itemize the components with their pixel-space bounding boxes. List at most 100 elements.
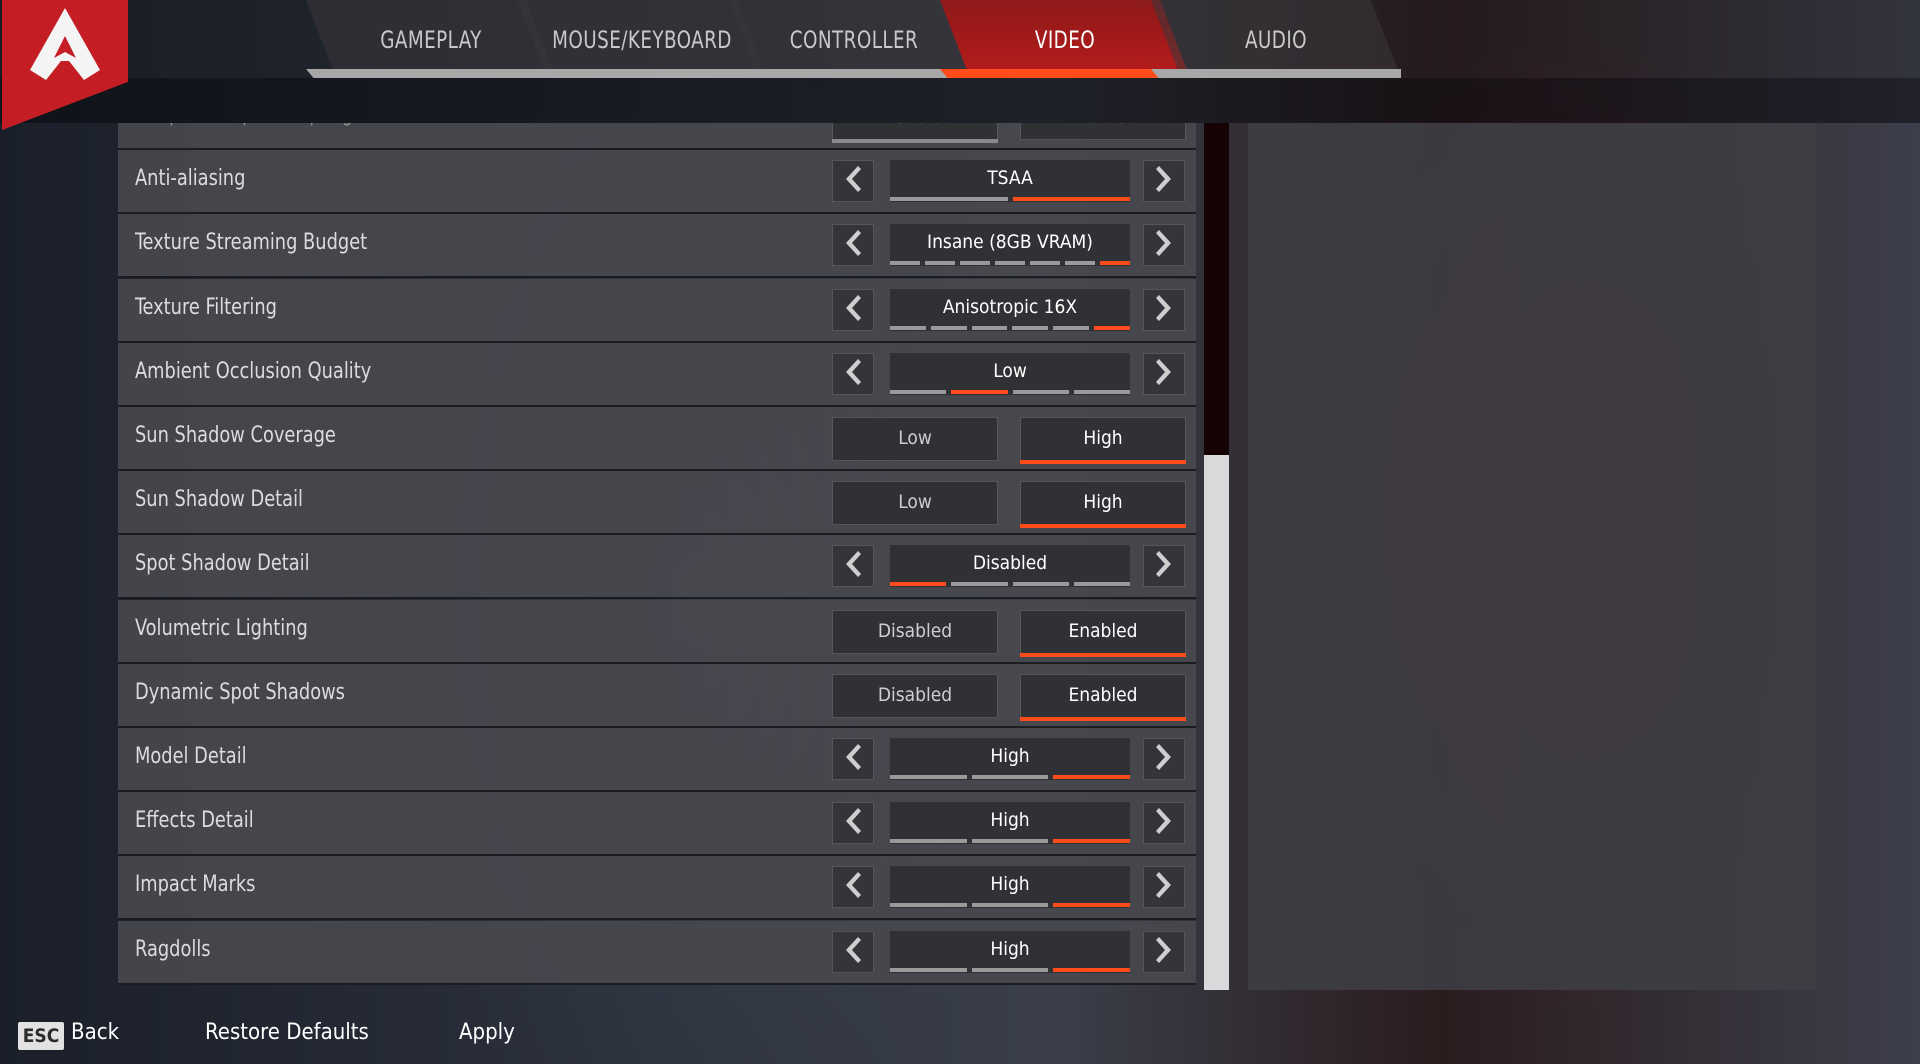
setting-label: Effects Detail [135, 808, 254, 834]
setting-label: Anti-aliasing [135, 166, 246, 192]
option-segment [971, 839, 1049, 844]
option-segment [1012, 325, 1049, 330]
setting-row-dynamic-spot-shadows[interactable]: Dynamic Spot Shadows Disabled Enabled [118, 663, 1196, 728]
option-value-box: TSAA [890, 160, 1130, 203]
previous-option-button[interactable] [832, 930, 874, 973]
selected-underline [1020, 652, 1186, 657]
next-option-button[interactable] [1143, 738, 1185, 780]
next-option-button[interactable] [1143, 802, 1185, 845]
previous-option-button[interactable] [832, 352, 874, 395]
option-segment [951, 389, 1008, 394]
setting-row-texture-streaming-budget[interactable]: Texture Streaming Budget Insane (8GB VRAM… [118, 214, 1196, 279]
chevron-left-icon [845, 936, 861, 967]
option-enabled-button[interactable]: Enabled [1020, 673, 1186, 721]
option-value: Anisotropic 16X [942, 295, 1078, 318]
option-progress [890, 197, 1130, 202]
restore-defaults-button[interactable]: Restore Defaults [205, 1020, 369, 1045]
setting-row-impact-marks[interactable]: Impact Marks High [118, 856, 1196, 921]
chevron-right-icon [1156, 294, 1172, 325]
selected-underline [1020, 524, 1186, 529]
previous-option-button[interactable] [832, 738, 874, 780]
option-segment [890, 261, 920, 266]
option-value: Insane (8GB VRAM) [927, 231, 1093, 254]
option-disabled-button[interactable]: Disabled [832, 673, 998, 718]
option-progress [890, 325, 1130, 330]
setting-label: Impact Marks [135, 872, 256, 898]
option-progress [890, 839, 1131, 844]
option-segment [1065, 261, 1095, 266]
next-option-button[interactable] [1143, 352, 1185, 395]
previous-option-button[interactable] [832, 802, 874, 845]
setting-row-volumetric-lighting[interactable]: Volumetric Lighting Disabled Enabled [118, 599, 1196, 664]
setting-row-ragdolls[interactable]: Ragdolls High [118, 920, 1196, 985]
option-segment [890, 839, 967, 844]
next-option-button[interactable] [1143, 930, 1185, 973]
next-option-button[interactable] [1143, 288, 1185, 331]
setting-label: Spot Shadow Detail [135, 551, 310, 577]
option-label: Enabled [1068, 619, 1138, 642]
option-low-button[interactable]: Low [832, 481, 998, 526]
scrollbar-thumb[interactable] [1204, 455, 1229, 990]
previous-option-button[interactable] [832, 545, 874, 588]
setting-label: Dynamic Spot Shadows [135, 679, 345, 705]
previous-option-button[interactable] [832, 160, 874, 203]
option-segment [1053, 903, 1131, 908]
option-low-button[interactable]: Low [832, 417, 998, 461]
setting-description-panel [1248, 123, 1816, 990]
option-segment [1012, 389, 1069, 394]
previous-option-button[interactable] [832, 866, 874, 909]
chevron-right-icon [1156, 744, 1172, 774]
setting-row-effects-detail[interactable]: Effects Detail High [118, 792, 1196, 857]
chevron-right-icon [1156, 808, 1172, 838]
setting-row-adaptive-supersampling[interactable]: Adaptive Supersampling Disabled Enabled [118, 123, 1196, 150]
setting-label: Texture Streaming Budget [135, 230, 368, 256]
back-button[interactable]: Back [71, 1020, 119, 1045]
setting-row-sun-shadow-detail[interactable]: Sun Shadow Detail Low High [118, 471, 1196, 536]
previous-option-button[interactable] [832, 224, 874, 267]
tab-underline [1151, 69, 1401, 78]
option-segment [930, 325, 967, 330]
setting-label: Model Detail [135, 744, 247, 769]
option-segment [971, 967, 1049, 972]
setting-row-spot-shadow-detail[interactable]: Spot Shadow Detail Disabled [118, 535, 1196, 600]
option-value-box: Insane (8GB VRAM) [890, 224, 1130, 267]
option-segment [890, 325, 926, 330]
setting-row-texture-filtering[interactable]: Texture Filtering Anisotropic 16X [118, 278, 1196, 343]
setting-row-model-detail[interactable]: Model Detail High [118, 728, 1196, 792]
option-disabled-button[interactable]: Disabled [832, 123, 998, 143]
option-segment [890, 582, 947, 587]
setting-row-anti-aliasing[interactable]: Anti-aliasing TSAA [118, 150, 1196, 215]
option-value: High [990, 745, 1030, 767]
option-disabled-button[interactable]: Disabled [832, 609, 998, 654]
previous-option-button[interactable] [832, 288, 874, 331]
option-segment [890, 903, 967, 908]
setting-row-sun-shadow-coverage[interactable]: Sun Shadow Coverage Low High [118, 407, 1196, 471]
option-enabled-button[interactable]: Enabled [1020, 609, 1186, 657]
esc-key-hint[interactable]: ESC [18, 1022, 64, 1050]
option-segment [1073, 389, 1130, 394]
chevron-right-icon [1156, 358, 1172, 389]
option-segment [971, 775, 1049, 779]
chevron-left-icon [845, 551, 861, 581]
next-option-button[interactable] [1143, 545, 1185, 588]
setting-row-ambient-occlusion-quality[interactable]: Ambient Occlusion Quality Low [118, 342, 1196, 407]
chevron-left-icon [845, 230, 861, 260]
tab-label: MOUSE/KEYBOARD [552, 26, 732, 54]
option-label: Disabled [877, 619, 953, 642]
option-value: High [990, 873, 1030, 896]
setting-label: Sun Shadow Coverage [135, 423, 336, 448]
next-option-button[interactable] [1143, 866, 1185, 909]
option-segment [1012, 197, 1130, 202]
video-settings-list[interactable]: Adaptive Supersampling Disabled Enabled Ant… [118, 123, 1196, 985]
next-option-button[interactable] [1143, 160, 1185, 203]
header-divider-band [0, 78, 1920, 123]
chevron-right-icon [1156, 166, 1172, 196]
setting-label: Volumetric Lighting [135, 615, 308, 641]
option-high-button[interactable]: High [1020, 481, 1186, 529]
apply-button[interactable]: Apply [459, 1020, 515, 1045]
next-option-button[interactable] [1143, 224, 1185, 267]
option-enabled-button[interactable]: Enabled [1020, 123, 1186, 140]
tab-audio[interactable]: AUDIO [1151, 0, 1401, 78]
option-high-button[interactable]: High [1020, 417, 1186, 464]
tab-label: AUDIO [1244, 26, 1308, 54]
